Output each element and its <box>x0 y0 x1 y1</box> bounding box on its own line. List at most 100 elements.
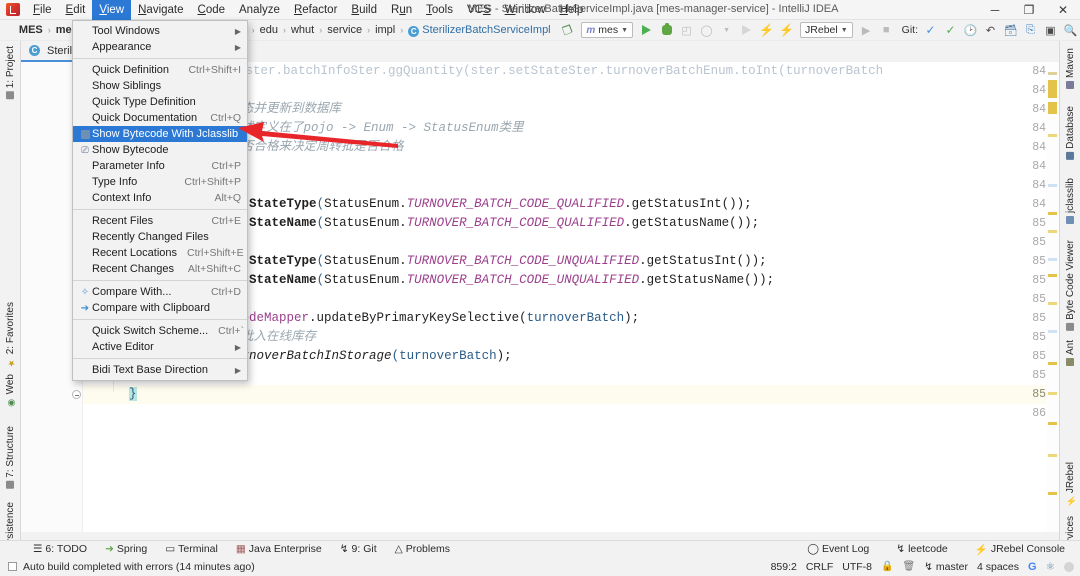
sidebar-item-web[interactable]: ◉ Web <box>0 371 21 410</box>
tool-window-problems[interactable]: △ Problems <box>386 543 459 555</box>
menu-item-appearance[interactable]: Appearance ▶ <box>73 39 247 55</box>
menu-item-context-info[interactable]: Context Info Alt+Q <box>73 190 247 206</box>
lock-icon[interactable]: 🔒 <box>881 561 893 572</box>
caret-position[interactable]: 859:2 <box>771 561 797 573</box>
menu-edit[interactable]: Edit <box>59 0 93 20</box>
menu-view[interactable]: View <box>92 0 132 20</box>
tool-window-java-enterprise[interactable]: ▦ Java Enterprise <box>227 543 331 555</box>
git-commit-icon[interactable]: ✓ <box>941 21 960 40</box>
menu-item-type-info[interactable]: Type Info Ctrl+Shift+P <box>73 174 247 190</box>
memory-indicator-icon[interactable] <box>1064 561 1074 572</box>
fold-marker-icon[interactable] <box>72 390 81 399</box>
line-separator[interactable]: CRLF <box>806 561 833 573</box>
sidebar-item-maven[interactable]: Maven <box>1060 45 1080 92</box>
profile-button[interactable]: ◯ <box>697 21 716 40</box>
run-with-coverage-button[interactable]: ◰ <box>677 21 696 40</box>
attach-debugger-icon[interactable]: ▶ <box>857 21 876 40</box>
sidebar-item-jclasslib[interactable]: jclasslib <box>1060 175 1080 227</box>
breadcrumb-item-edu[interactable]: edu <box>256 24 282 36</box>
main-toolbar[interactable]: ❐ m mes ▼ ◰ ◯ ▼ ⚡ ⚡ JRebel ▼ ▶ ■ Git: ✓ … <box>558 21 1080 40</box>
menu-label: Compare With... <box>92 286 172 298</box>
menu-refactor[interactable]: Refactor <box>287 0 344 20</box>
database-toolbar-icon[interactable]: 🗃 <box>1001 21 1020 40</box>
sidebar-item-jrebel[interactable]: ⚡ JRebel <box>1060 459 1080 510</box>
menu-run[interactable]: Run <box>384 0 419 20</box>
menu-code[interactable]: Code <box>191 0 233 20</box>
sidebar-item-project[interactable]: 1: Project <box>0 43 21 102</box>
menu-item-bidi-text-base-direction[interactable]: Bidi Text Base Direction ▶ <box>73 362 247 378</box>
sync-icon[interactable]: ⎘ <box>1021 21 1040 40</box>
error-stripe[interactable] <box>1046 62 1059 532</box>
menu-item-recent-files[interactable]: Recent Files Ctrl+E <box>73 213 247 229</box>
git-update-project-icon[interactable]: ✓ <box>921 21 940 40</box>
jclasslib-icon <box>78 129 92 139</box>
menu-item-quick-type-definition[interactable]: Quick Type Definition <box>73 94 247 110</box>
fullscreen-icon[interactable]: ▣ <box>1041 21 1060 40</box>
file-encoding[interactable]: UTF-8 <box>842 561 872 573</box>
close-button[interactable]: ✕ <box>1046 0 1080 20</box>
event-log-button[interactable]: ◯ Event Log <box>798 543 878 555</box>
sidebar-item-structure[interactable]: 7: Structure <box>0 423 21 492</box>
menu-navigate[interactable]: Navigate <box>131 0 190 20</box>
sidebar-item-favorites[interactable]: ★ 2: Favorites <box>0 299 21 370</box>
google-translate-icon[interactable]: G <box>1028 561 1037 573</box>
plugin-icon[interactable]: ⚛ <box>1046 561 1055 573</box>
view-dropdown-menu[interactable]: Tool Windows ▶ Appearance ▶ Quick Defini… <box>72 20 248 381</box>
breadcrumb-project[interactable]: MES <box>15 24 47 36</box>
menu-item-recent-locations[interactable]: Recent Locations Ctrl+Shift+E <box>73 245 247 261</box>
database-icon <box>1066 151 1075 160</box>
menu-item-show-bytecode[interactable]: ⎚ Show Bytecode <box>73 142 247 158</box>
menu-item-active-editor[interactable]: Active Editor ▶ <box>73 339 247 355</box>
menu-item-compare-with[interactable]: ✧ Compare With... Ctrl+D <box>73 284 247 300</box>
debug-button[interactable] <box>657 21 676 40</box>
menu-build[interactable]: Build <box>344 0 384 20</box>
minimize-button[interactable]: ─ <box>978 0 1012 20</box>
leetcode-button[interactable]: ↯ leetcode <box>887 543 957 555</box>
menu-item-parameter-info[interactable]: Parameter Info Ctrl+P <box>73 158 247 174</box>
intellij-idea-window: File Edit View Navigate Code Analyze Ref… <box>0 0 1080 576</box>
tool-window-terminal[interactable]: ▭ Terminal <box>156 543 227 555</box>
breadcrumb-item-impl[interactable]: impl <box>371 24 399 36</box>
stop-button[interactable]: ■ <box>877 21 896 40</box>
jrebel-console-button[interactable]: ⚡ JRebel Console <box>966 543 1074 556</box>
jrebel-debug-button[interactable]: ⚡ <box>777 21 796 40</box>
menu-separator <box>73 209 247 210</box>
tool-window-spring[interactable]: ➜ Spring <box>96 543 156 555</box>
menu-analyze[interactable]: Analyze <box>232 0 287 20</box>
trash-icon[interactable]: 🗑 <box>902 561 915 572</box>
breadcrumb-item-service[interactable]: service <box>323 24 366 36</box>
branch-indicator[interactable]: ↯ master <box>924 561 968 573</box>
breadcrumb-item-class[interactable]: C SterilizerBatchServiceImpl <box>404 24 554 37</box>
search-everywhere-icon[interactable]: 🔍 <box>1061 21 1080 40</box>
maximize-button[interactable]: ❐ <box>1012 0 1046 20</box>
indent-setting[interactable]: 4 spaces <box>977 561 1019 573</box>
window-controls[interactable]: ─ ❐ ✕ <box>978 0 1080 20</box>
menu-item-show-bytecode-with-jclasslib[interactable]: Show Bytecode With Jclasslib <box>73 126 247 142</box>
menu-item-tool-windows[interactable]: Tool Windows ▶ <box>73 23 247 39</box>
jrebel-selector[interactable]: JRebel ▼ <box>800 22 853 38</box>
sidebar-item-bytecode-viewer[interactable]: Byte Code Viewer <box>1060 237 1080 334</box>
status-right-group[interactable]: 859:2 CRLF UTF-8 🔒 🗑 ↯ master 4 spaces G… <box>771 561 1074 573</box>
menu-item-quick-documentation[interactable]: Quick Documentation Ctrl+Q <box>73 110 247 126</box>
sidebar-item-ant[interactable]: Ant <box>1060 337 1080 369</box>
menu-item-compare-with-clipboard[interactable]: ➔ Compare with Clipboard <box>73 300 247 316</box>
git-history-icon[interactable]: 🕑 <box>961 21 980 40</box>
menu-item-quick-switch-scheme[interactable]: Quick Switch Scheme... Ctrl+` <box>73 323 247 339</box>
build-hammer-icon[interactable]: ❐ <box>556 18 580 42</box>
run-configuration-selector[interactable]: m mes ▼ <box>581 22 634 38</box>
more-run-chevron-icon[interactable]: ▼ <box>717 21 736 40</box>
menu-item-show-siblings[interactable]: Show Siblings <box>73 78 247 94</box>
menu-file[interactable]: File <box>26 0 59 20</box>
jrebel-run-button[interactable]: ⚡ <box>757 21 776 40</box>
menu-item-recently-changed-files[interactable]: Recently Changed Files <box>73 229 247 245</box>
git-rollback-icon[interactable]: ↶ <box>981 21 1000 40</box>
tool-window-git[interactable]: ↯ 9: Git <box>331 543 386 555</box>
breadcrumb-item-whut[interactable]: whut <box>287 24 318 36</box>
sidebar-item-database[interactable]: Database <box>1060 103 1080 163</box>
stop-run-button[interactable] <box>737 21 756 40</box>
tool-window-todo[interactable]: ☰ 6: TODO <box>24 543 96 555</box>
menu-tools[interactable]: Tools <box>419 0 460 20</box>
menu-item-recent-changes[interactable]: Recent Changes Alt+Shift+C <box>73 261 247 277</box>
menu-item-quick-definition[interactable]: Quick Definition Ctrl+Shift+I <box>73 62 247 78</box>
run-button[interactable] <box>637 21 656 40</box>
